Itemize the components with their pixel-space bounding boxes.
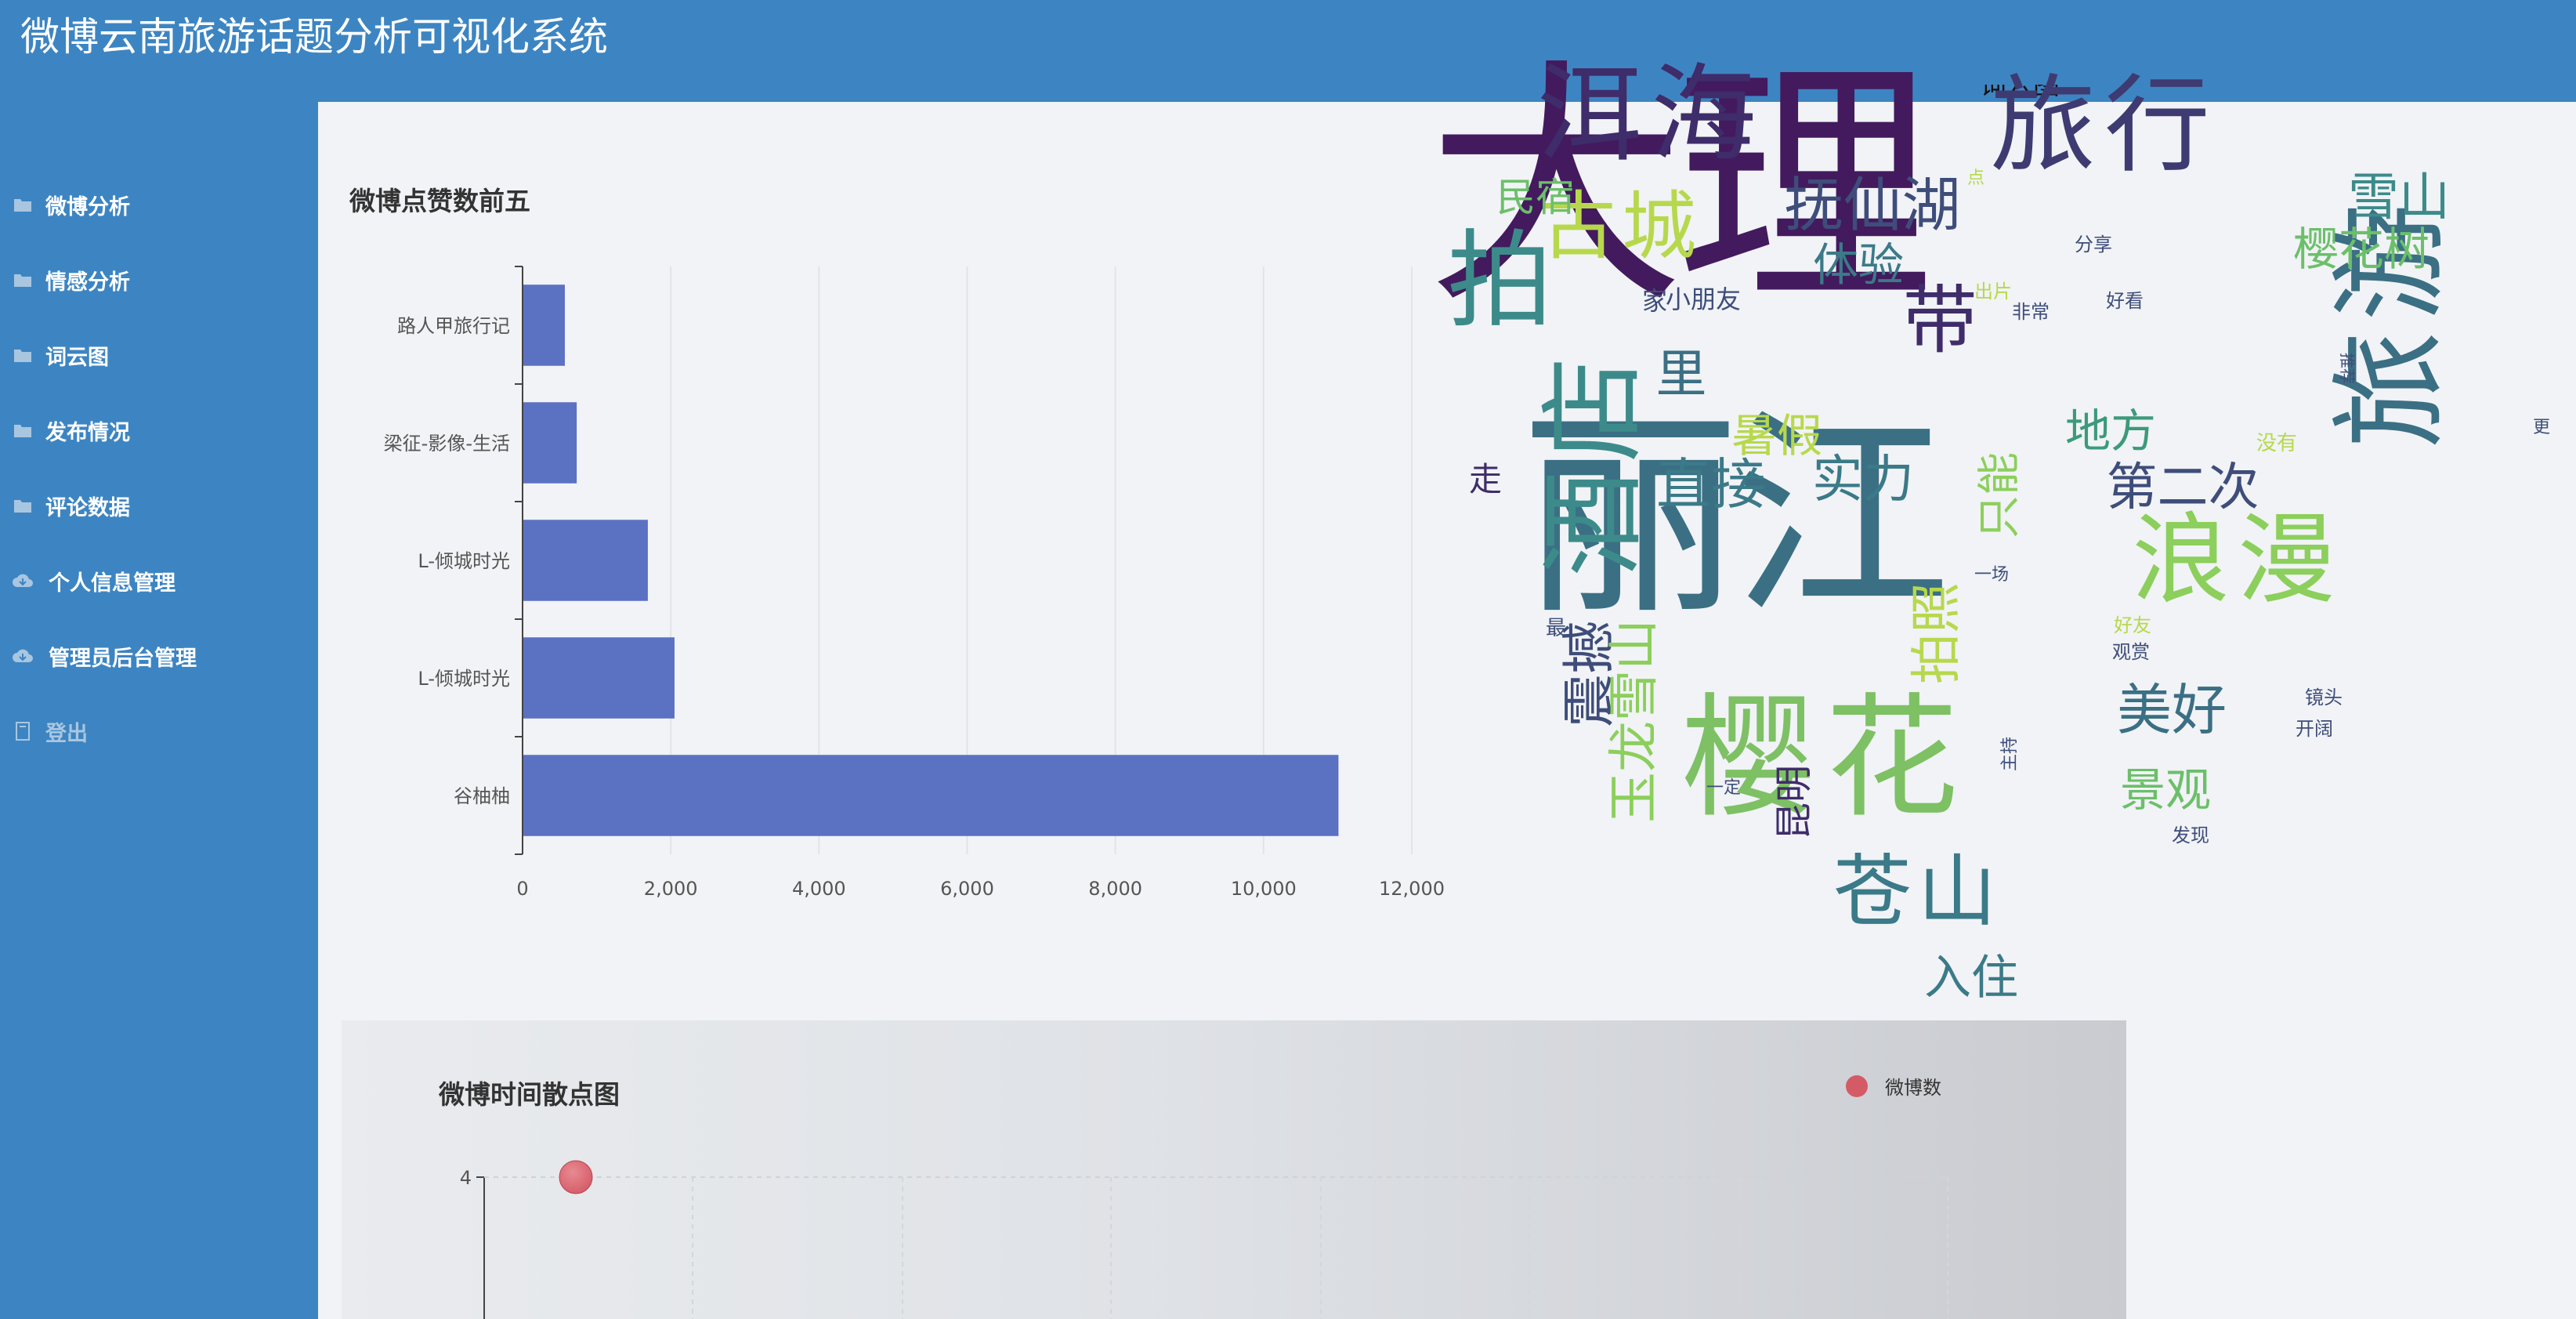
wordcloud-word: 镜头 [2305,687,2343,708]
sidebar-item-label: 登出 [45,721,88,746]
folder-icon [11,419,34,442]
wordcloud-word: 好看 [2106,290,2144,312]
wordcloud-word: 实力 [1811,450,1915,509]
folder-icon [11,494,34,517]
wordcloud-word: 景观 [2119,763,2212,817]
wordcloud-word: 家 [1641,286,1668,316]
wordcloud-word: 入住 [1924,951,2018,1006]
wordcloud-word: 直接 [1656,452,1766,516]
sidebar-item-wordcloud[interactable]: 词云图 [0,328,318,382]
scatter-legend[interactable]: 微博数 [1846,1072,1941,1100]
wordcloud-word: 发现 [2172,824,2209,846]
wordcloud-word: 民宿 [1496,175,1575,220]
wordcloud-word: 走 [1468,460,1503,498]
sidebar-item-comment-data[interactable]: 评论数据 [0,478,318,533]
folder-icon [11,343,34,367]
wordcloud-word: 主持 [2000,736,2020,772]
wordcloud-word: 第二次 [2106,458,2259,517]
wordcloud-word: 好友 [2114,614,2151,636]
wordcloud-word: 樱花树 [2292,223,2430,276]
legend-marker [1846,1074,1868,1097]
wordcloud-word: 点 [1966,168,1985,188]
scatter-chart-title: 微博时间散点图 [439,1079,620,1110]
wordcloud-word: 体验 [1812,238,1905,292]
wordcloud-word: 分享 [2075,234,2112,255]
wordcloud-word: 观赏 [2112,641,2150,663]
sidebar-item-label: 个人信息管理 [49,571,175,596]
app-title: 微博云南旅游话题分析可视化系统 [20,14,608,60]
folder-icon [11,268,34,292]
sidebar-item-label: 词云图 [45,345,109,370]
sidebar-item-label: 微博分析 [45,194,130,219]
sidebar-item-weibo-analysis[interactable]: 微博分析 [0,177,318,232]
sidebar-item-publish-status[interactable]: 发布情况 [0,403,318,458]
wordcloud-word: 里 [1655,345,1707,404]
sidebar-item-label: 管理员后台管理 [49,646,197,671]
wordcloud-word: 洱海 [1536,53,1765,176]
wordcloud-word: 拍照 [1907,582,1966,685]
wordcloud-word: 美好 [2117,678,2227,742]
wordcloud-word: 苍山 [1833,846,2003,937]
wordcloud-word: 玉龙雪山 [1605,618,1664,824]
wordcloud-word: 非常 [2012,301,2050,323]
sidebar: 微博分析 情感分析 词云图 发布情况 评论数据 个人信息管理 管理员后台管理 登… [0,102,318,1319]
wordcloud-word: 浪漫 [2132,503,2343,618]
sidebar-item-label: 发布情况 [45,420,130,445]
wordcloud-word: 开阔 [2296,718,2333,740]
cloud-icon [11,644,34,668]
wordcloud-word: 一场 [1974,565,2010,585]
wordcloud-word: 小朋友 [1665,284,1742,314]
sidebar-item-sentiment-analysis[interactable]: 情感分析 [0,252,318,307]
wordcloud-word: 地方 [2064,404,2157,458]
legend-label: 微博数 [1885,1077,1941,1099]
cloud-icon [11,569,34,592]
wordcloud-word: 一定 [1706,778,1742,798]
wordcloud-word: 樱花 [1681,681,1970,836]
wordcloud-word: 雪山 [2347,168,2451,227]
logout-icon [11,719,34,743]
folder-icon [11,193,34,216]
wordcloud-word: 抚仙湖 [1784,170,1961,240]
wordcloud-word: 暑假 [1731,409,1823,462]
wordcloud-word: 酒店 [1532,348,1655,577]
wordcloud-word: 旅行 [1990,63,2219,187]
sidebar-item-logout[interactable]: 登出 [0,704,318,759]
wordcloud-word: 昆明 [1772,764,1816,841]
wordcloud-word: 只能 [1974,451,2024,539]
sidebar-item-profile-management[interactable]: 个人信息管理 [0,553,318,608]
wordcloud-word: 没有 [2256,432,2298,455]
sidebar-item-admin-management[interactable]: 管理员后台管理 [0,629,318,683]
sidebar-item-label: 评论数据 [45,495,130,520]
wordcloud-word: 更 [2532,418,2551,437]
wordcloud-word: 带 [1902,277,1984,364]
bar-chart-title: 微博点赞数前五 [349,186,530,216]
wordcloud-word: 出片 [1974,281,2012,303]
sidebar-item-label: 情感分析 [45,270,130,295]
wordcloud-word: 推荐 [2338,353,2357,384]
scatter-panel [342,1020,2126,1319]
wordcloud-word: 最 [1545,617,1567,640]
